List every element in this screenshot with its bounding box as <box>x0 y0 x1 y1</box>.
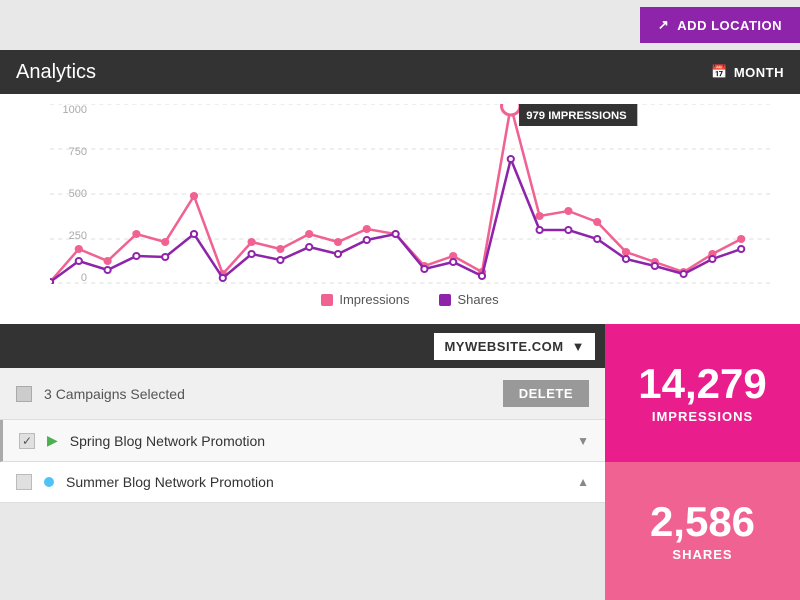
play-icon-1: ▶ <box>47 432 58 449</box>
shares-legend-dot <box>439 294 451 306</box>
y-label-1000: 1000 <box>50 104 95 116</box>
campaign-checkbox-2[interactable] <box>16 474 32 490</box>
bottom-section: MYWEBSITE.COM ▼ 3 Campaigns Selected DEL… <box>0 324 800 600</box>
impressions-legend-label: Impressions <box>339 292 409 307</box>
impressions-label: IMPRESSIONS <box>652 409 753 424</box>
left-panel: MYWEBSITE.COM ▼ 3 Campaigns Selected DEL… <box>0 324 605 600</box>
campaign-item-2[interactable]: Summer Blog Network Promotion ▲ <box>0 462 605 503</box>
top-bar: ↗ ADD LOCATION <box>0 0 800 50</box>
campaign-name-1: Spring Blog Network Promotion <box>70 433 565 449</box>
campaign-chevron-2: ▲ <box>577 475 589 489</box>
analytics-header: Analytics 📅 MONTH <box>0 50 800 94</box>
website-name: MYWEBSITE.COM <box>444 339 563 354</box>
month-button[interactable]: 📅 MONTH <box>711 64 784 80</box>
impressions-number: 14,279 <box>638 363 766 405</box>
month-label: MONTH <box>734 65 784 80</box>
impressions-legend-dot <box>321 294 333 306</box>
y-label-500: 500 <box>50 188 95 200</box>
add-location-button[interactable]: ↗ ADD LOCATION <box>640 7 800 43</box>
shares-stat-box: 2,586 SHARES <box>605 462 800 600</box>
select-all-checkbox[interactable] <box>16 386 32 402</box>
calendar-icon: 📅 <box>711 64 728 80</box>
y-label-0: 0 <box>50 272 95 284</box>
impressions-legend: Impressions <box>321 292 409 307</box>
add-location-label: ADD LOCATION <box>677 18 782 33</box>
shares-legend: Shares <box>439 292 498 307</box>
line-chart: 979 IMPRESSIONS <box>50 104 770 284</box>
analytics-title: Analytics <box>16 61 96 84</box>
campaigns-toolbar: 3 Campaigns Selected DELETE <box>0 368 605 420</box>
circle-icon-2 <box>44 477 54 487</box>
delete-button[interactable]: DELETE <box>503 380 589 407</box>
website-selector[interactable]: MYWEBSITE.COM ▼ <box>434 333 595 360</box>
campaign-chevron-1: ▼ <box>577 434 589 448</box>
right-panel: 14,279 IMPRESSIONS 2,586 SHARES <box>605 324 800 600</box>
campaign-name-2: Summer Blog Network Promotion <box>66 474 565 490</box>
shares-line <box>50 159 741 282</box>
shares-label: SHARES <box>672 547 732 562</box>
chart-legend: Impressions Shares <box>50 292 770 307</box>
add-location-icon: ↗ <box>658 17 669 33</box>
y-label-250: 250 <box>50 230 95 242</box>
y-axis: 0 250 500 750 1000 <box>50 104 95 284</box>
svg-text:979 IMPRESSIONS: 979 IMPRESSIONS <box>526 110 626 122</box>
selected-count: 3 <box>44 386 52 402</box>
impressions-stat-box: 14,279 IMPRESSIONS <box>605 324 800 462</box>
shares-number: 2,586 <box>650 501 755 543</box>
y-label-750: 750 <box>50 146 95 158</box>
chart-area: 0 250 500 750 1000 <box>0 94 800 324</box>
campaigns-selected-label: 3 Campaigns Selected <box>44 386 491 402</box>
website-bar: MYWEBSITE.COM ▼ <box>0 324 605 368</box>
dropdown-icon: ▼ <box>572 339 585 354</box>
shares-legend-label: Shares <box>457 292 498 307</box>
campaign-item-1[interactable]: ✓ ▶ Spring Blog Network Promotion ▼ <box>0 420 605 462</box>
selected-label-text: Campaigns Selected <box>56 386 185 402</box>
campaign-checkbox-1[interactable]: ✓ <box>19 433 35 449</box>
